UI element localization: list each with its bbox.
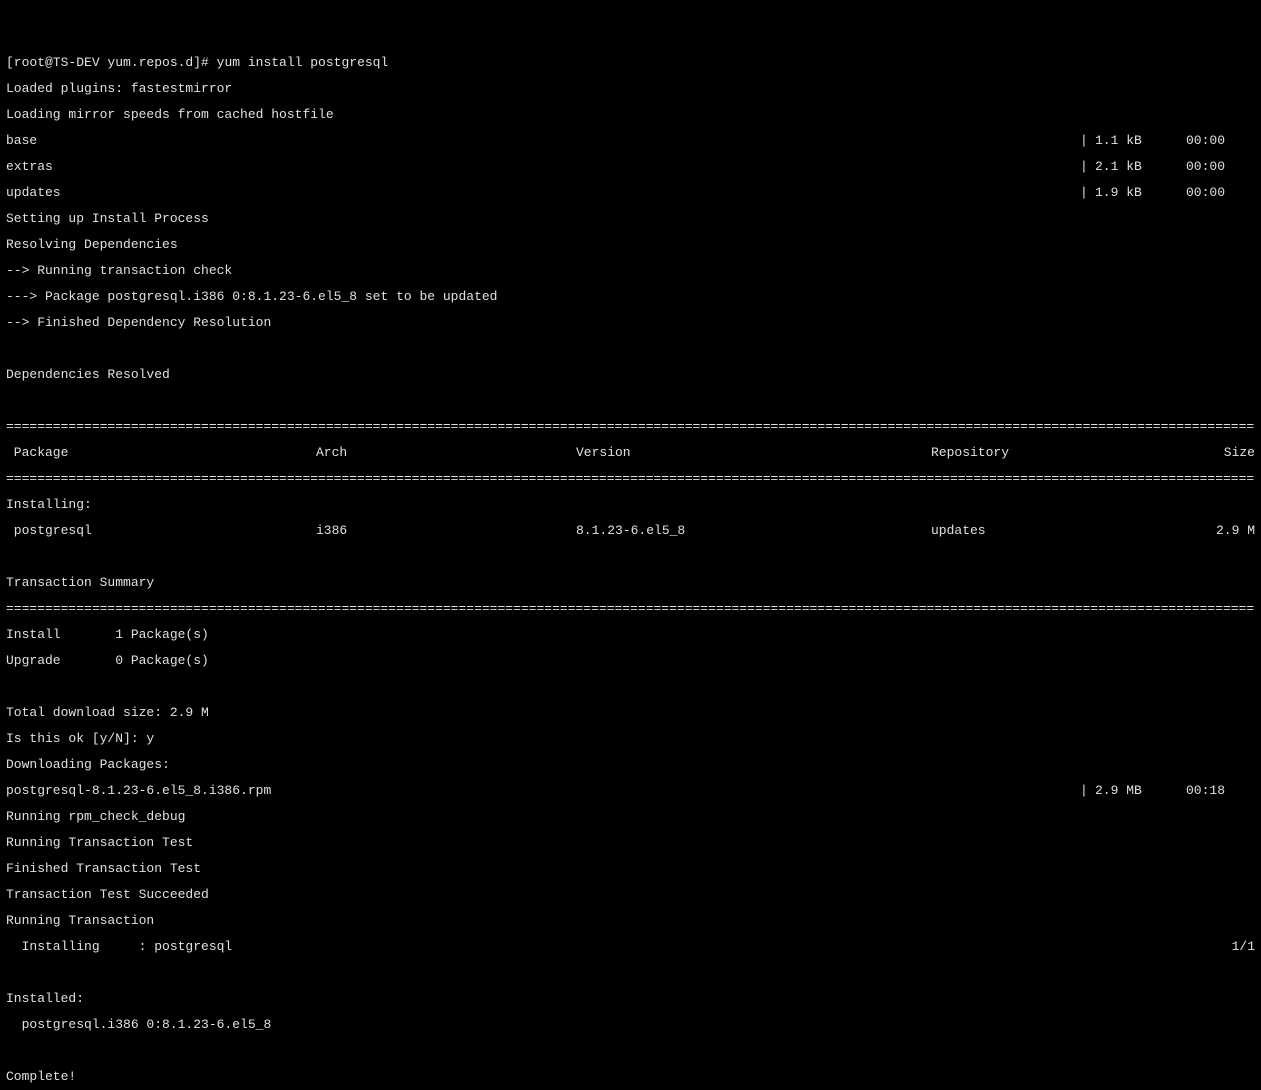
repo-row: extras|2.1 kB00:00: [6, 160, 1255, 173]
repo-row: base|1.1 kB00:00: [6, 134, 1255, 147]
divider: ========================================…: [6, 472, 1255, 485]
terminal-line: Running Transaction Test: [6, 836, 1255, 849]
terminal-line: [6, 342, 1255, 355]
terminal-line: [root@TS-DEV yum.repos.d]# yum install p…: [6, 56, 1255, 69]
confirmation-prompt[interactable]: Is this ok [y/N]: y: [6, 732, 1255, 745]
terminal-line: Transaction Test Succeeded: [6, 888, 1255, 901]
terminal-line: Resolving Dependencies: [6, 238, 1255, 251]
terminal-line: [6, 550, 1255, 563]
repo-row: updates|1.9 kB00:00: [6, 186, 1255, 199]
terminal-line: Dependencies Resolved: [6, 368, 1255, 381]
terminal-line: Loading mirror speeds from cached hostfi…: [6, 108, 1255, 121]
terminal-line: Running Transaction: [6, 914, 1255, 927]
divider: ========================================…: [6, 602, 1255, 615]
install-progress-row: Installing : postgresql1/1: [6, 940, 1255, 953]
terminal-line: [6, 1044, 1255, 1057]
terminal-line: Complete!: [6, 1070, 1255, 1083]
terminal-line: --> Finished Dependency Resolution: [6, 316, 1255, 329]
terminal-line: Install 1 Package(s): [6, 628, 1255, 641]
terminal-line: postgresql.i386 0:8.1.23-6.el5_8: [6, 1018, 1255, 1031]
terminal-line: Running rpm_check_debug: [6, 810, 1255, 823]
terminal-line: Loaded plugins: fastestmirror: [6, 82, 1255, 95]
download-row: postgresql-8.1.23-6.el5_8.i386.rpm|2.9 M…: [6, 784, 1255, 797]
terminal-line: [6, 680, 1255, 693]
terminal-line: Setting up Install Process: [6, 212, 1255, 225]
command-input[interactable]: yum install postgresql: [217, 55, 389, 70]
terminal-line: Installed:: [6, 992, 1255, 1005]
shell-prompt: [root@TS-DEV yum.repos.d]#: [6, 55, 217, 70]
terminal-line: Total download size: 2.9 M: [6, 706, 1255, 719]
terminal-line: ---> Package postgresql.i386 0:8.1.23-6.…: [6, 290, 1255, 303]
terminal-line: --> Running transaction check: [6, 264, 1255, 277]
table-header: PackageArchVersionRepositorySize: [6, 446, 1255, 459]
terminal-line: [6, 394, 1255, 407]
terminal-line: Installing:: [6, 498, 1255, 511]
terminal-line: Downloading Packages:: [6, 758, 1255, 771]
terminal-line: Transaction Summary: [6, 576, 1255, 589]
table-row: postgresqli3868.1.23-6.el5_8updates2.9 M: [6, 524, 1255, 537]
terminal-line: [6, 966, 1255, 979]
divider: ========================================…: [6, 420, 1255, 433]
terminal-line: Upgrade 0 Package(s): [6, 654, 1255, 667]
terminal-line: Finished Transaction Test: [6, 862, 1255, 875]
